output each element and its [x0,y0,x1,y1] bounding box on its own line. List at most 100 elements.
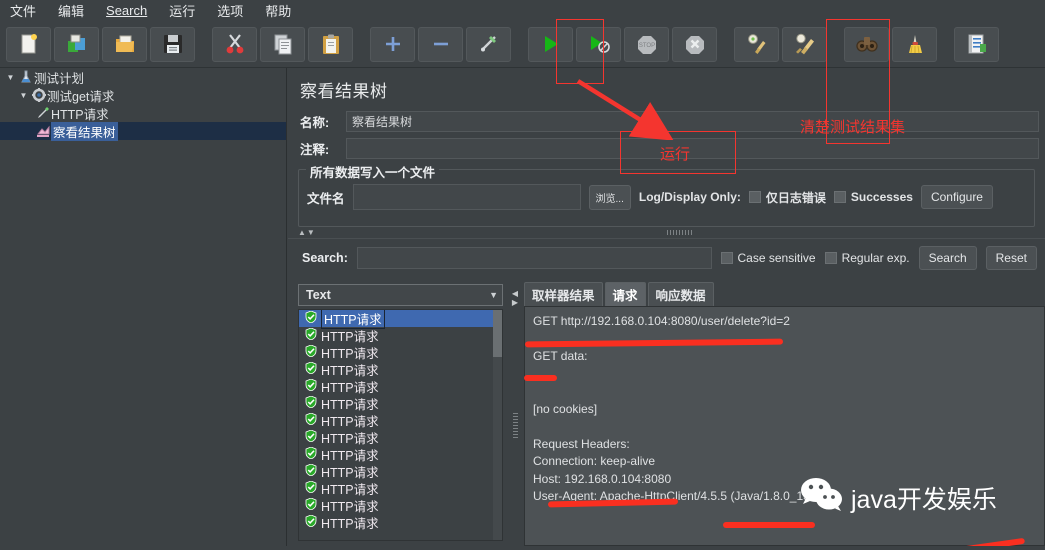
list-item[interactable]: HTTP请求 [299,429,502,446]
list-item[interactable]: HTTP请求 [299,412,502,429]
tab-response-data[interactable]: 响应数据 [647,282,714,306]
filename-input[interactable] [352,184,581,210]
list-item[interactable]: HTTP请求 [299,378,502,395]
request-line: User-Agent: Apache-HttpClient/4.5.5 (Jav… [533,489,821,503]
regular-exp-checkbox[interactable] [824,252,837,264]
search-label: Search: [302,251,348,265]
configure-button[interactable]: Configure [920,185,993,209]
function-helper-button[interactable] [954,26,999,62]
detail-tabs: 取样器结果 请求 响应数据 [519,282,1045,306]
tab-sampler-result[interactable]: 取样器结果 [524,282,603,306]
search-input[interactable] [356,247,712,269]
request-line [533,331,1036,349]
filename-label: 文件名 [307,191,345,206]
list-item[interactable]: HTTP请求 [299,395,502,412]
request-line: Request Headers: [533,436,630,451]
menu-item-options[interactable]: 选项 [213,0,247,21]
save-button[interactable] [150,26,195,62]
list-item[interactable]: HTTP请求 [299,446,502,463]
shutdown-button[interactable] [672,26,717,62]
tree-node-view-results-tree[interactable]: 察看结果树 [0,121,286,141]
menu-item-help[interactable]: 帮助 [261,0,295,21]
case-sensitive-wrap[interactable]: Case sensitive [720,251,816,265]
tree-node-http-sampler[interactable]: HTTP请求 [0,104,286,122]
browse-button[interactable]: 浏览... [588,184,631,210]
toggle-icon [478,33,500,55]
splitter-right-icon[interactable]: ▶ [512,299,518,307]
jmeter-window: 文件 编辑 Search 运行 选项 帮助 STOP ▼ 测试计划 ▼ 测试ge… [0,0,1045,550]
search-reset-button[interactable] [892,26,937,62]
minus-icon [430,33,452,55]
menu-item-run[interactable]: 运行 [165,0,199,21]
request-line: GET data: [533,349,588,363]
new-button[interactable] [6,26,51,62]
errors-checkbox[interactable] [748,191,761,203]
renderer-combo[interactable]: Text ▼ [298,284,503,306]
tree-node-test-plan[interactable]: ▼ 测试计划 [0,68,286,86]
reset-button[interactable]: Reset [985,246,1037,270]
list-item[interactable]: HTTP请求 [299,310,502,329]
scrollbar-thumb[interactable] [493,310,502,357]
collapse-all-button[interactable] [418,26,463,62]
search-button[interactable]: Search [918,246,977,270]
cut-button[interactable] [212,26,257,62]
name-input[interactable] [346,111,1039,132]
test-plan-tree[interactable]: ▼ 测试计划 ▼ 测试get请求 HTTP请求 察看结果树 [0,68,287,550]
results-list-scrollbar[interactable] [493,310,502,540]
twisty-icon[interactable]: ▼ [17,91,30,100]
list-item[interactable]: HTTP请求 [299,480,502,497]
splitter-left-icon[interactable]: ◀ [512,290,518,298]
case-sensitive-checkbox[interactable] [720,252,733,264]
splitter-collapse-controls[interactable]: ▲ ▼ [288,227,1045,238]
shutdown-icon [684,33,706,55]
tree-node-label: HTTP请求 [51,107,109,122]
templates-button[interactable] [54,26,99,62]
successes-checkbox[interactable] [833,191,846,203]
list-item[interactable]: HTTP请求 [299,514,502,531]
regular-exp-wrap[interactable]: Regular exp. [824,251,910,265]
copy-button[interactable] [260,26,305,62]
request-content[interactable]: GET http://192.168.0.104:8080/user/delet… [524,306,1045,546]
list-item[interactable]: HTTP请求 [299,497,502,514]
twisty-icon[interactable]: ▼ [4,73,17,82]
start-button[interactable] [528,26,573,62]
renderer-combo-value: Text [306,288,331,302]
menu-item-search[interactable]: Search [102,2,151,19]
list-item[interactable]: HTTP请求 [299,327,502,344]
search-button[interactable] [844,26,889,62]
tree-node-thread-group[interactable]: ▼ 测试get请求 [0,86,286,104]
success-icon [305,412,317,428]
vertical-splitter[interactable]: ◀ ▶ [511,284,519,550]
clear-button[interactable] [734,26,779,62]
success-icon [305,378,317,394]
case-sensitive-label: Case sensitive [737,251,816,265]
tab-request[interactable]: 请求 [604,282,646,306]
expand-all-button[interactable] [370,26,415,62]
collapse-up-icon[interactable]: ▲ [298,228,306,237]
comment-input[interactable] [346,138,1039,159]
clear-all-button[interactable] [782,26,827,62]
paste-button[interactable] [308,26,353,62]
successes-checkbox-wrap[interactable]: Successes [833,190,913,204]
list-item[interactable]: HTTP请求 [299,463,502,480]
list-item[interactable]: HTTP请求 [299,361,502,378]
collapse-down-icon[interactable]: ▼ [307,228,315,237]
start-no-pauses-button[interactable] [576,26,621,62]
results-split: Text ▼ HTTP请求 HTTP请求 HTTP请求 HTTP请求 HTTP请… [288,282,1045,550]
chevron-down-icon[interactable]: ▼ [489,290,498,300]
group-title: 所有数据写入一个文件 [306,162,440,181]
errors-checkbox-wrap[interactable]: 仅日志错误 [748,189,826,206]
splitter-grip[interactable] [512,412,518,438]
errors-checkbox-label: 仅日志错误 [765,190,826,205]
thread-group-icon [30,88,47,102]
menu-item-file[interactable]: 文件 [6,0,40,21]
name-label: 名称: [300,116,330,130]
results-list[interactable]: HTTP请求 HTTP请求 HTTP请求 HTTP请求 HTTP请求 HTTP请… [298,309,503,541]
splitter-grip[interactable] [666,230,693,235]
open-button[interactable] [102,26,147,62]
list-item[interactable]: HTTP请求 [299,344,502,361]
toggle-button[interactable] [466,26,511,62]
test-plan-icon [17,70,34,84]
menu-item-edit[interactable]: 编辑 [54,0,88,21]
stop-button[interactable]: STOP [624,26,669,62]
